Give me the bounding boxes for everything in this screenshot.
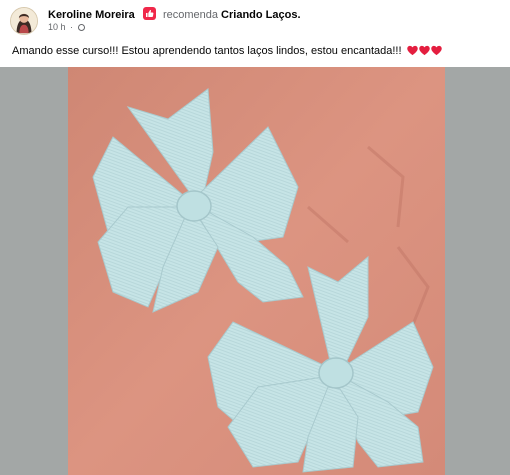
author-avatar[interactable] xyxy=(10,7,38,35)
author-line: Keroline Moreira recomenda Criando Laços… xyxy=(48,7,301,22)
globe-icon xyxy=(77,24,85,31)
post-card: Keroline Moreira recomenda Criando Laços… xyxy=(0,0,510,475)
photo-container xyxy=(0,67,510,475)
red-heart-icon xyxy=(418,45,430,56)
post-timestamp[interactable]: 10 h xyxy=(48,22,66,32)
post-body-text: Amando esse curso!!! Estou aprendendo ta… xyxy=(12,45,405,57)
recommend-verb: recomenda xyxy=(162,9,218,21)
post-header: Keroline Moreira recomenda Criando Laços… xyxy=(0,0,510,40)
red-heart-icon xyxy=(406,45,418,56)
red-heart-icon xyxy=(430,45,442,56)
meta-separator: · xyxy=(70,22,74,32)
bows-photo[interactable] xyxy=(68,67,445,475)
recommend-icon xyxy=(142,7,156,20)
page-name-link[interactable]: Criando Laços. xyxy=(221,9,300,21)
user-avatar-icon xyxy=(11,8,37,34)
heart-emojis xyxy=(406,45,443,60)
post-meta: 10 h · xyxy=(48,22,85,33)
post-text: Amando esse curso!!! Estou aprendendo ta… xyxy=(12,44,443,60)
author-name[interactable]: Keroline Moreira xyxy=(48,9,135,21)
